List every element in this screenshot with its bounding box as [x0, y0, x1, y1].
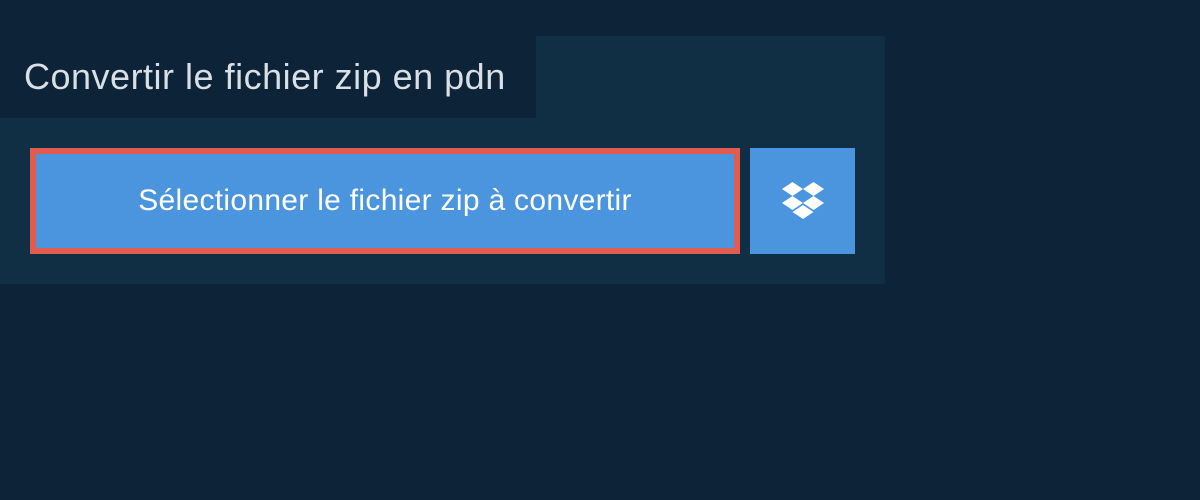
dropbox-icon [782, 182, 824, 220]
dropbox-button[interactable] [750, 148, 855, 254]
action-row: Sélectionner le fichier zip à convertir [0, 118, 885, 284]
select-file-button[interactable]: Sélectionner le fichier zip à convertir [30, 148, 740, 254]
conversion-panel: Convertir le fichier zip en pdn Sélectio… [0, 36, 885, 284]
title-bar: Convertir le fichier zip en pdn [0, 36, 536, 118]
page-title: Convertir le fichier zip en pdn [24, 56, 506, 98]
select-file-label: Sélectionner le fichier zip à convertir [138, 184, 632, 217]
